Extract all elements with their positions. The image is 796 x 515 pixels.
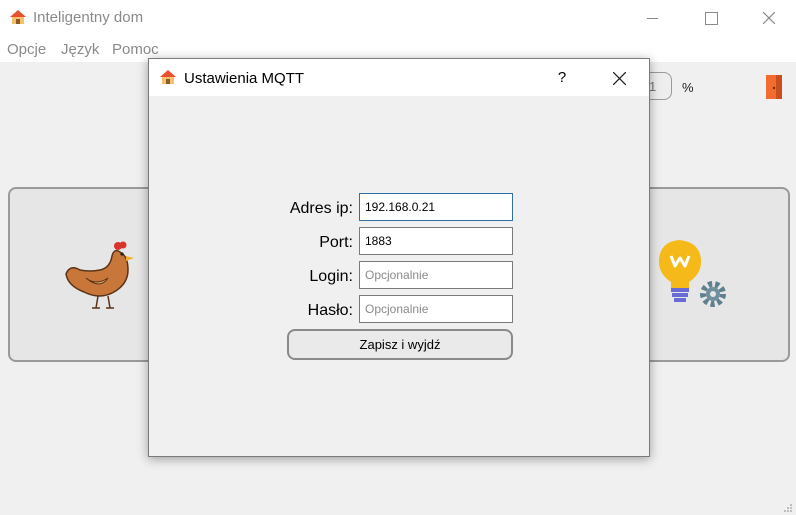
app-title: Inteligentny dom <box>33 9 144 26</box>
password-input[interactable] <box>359 295 513 323</box>
mqtt-settings-dialog: Ustawienia MQTT ? Adres ip: Port: Login:… <box>148 58 650 457</box>
port-label: Port: <box>319 234 353 251</box>
menu-item-opcje[interactable]: Opcje <box>7 41 46 58</box>
login-input[interactable] <box>359 261 513 289</box>
chicken-icon <box>65 241 134 309</box>
help-button[interactable]: ? <box>549 67 575 89</box>
dialog-close-button[interactable] <box>604 65 634 91</box>
lightbulb-gear-icon <box>659 240 726 307</box>
house-icon <box>160 70 176 84</box>
close-icon <box>763 12 775 24</box>
house-icon <box>10 10 26 24</box>
resize-grip-icon[interactable] <box>783 503 793 513</box>
percent-label: % <box>682 80 694 95</box>
minimize-button[interactable] <box>627 0 677 36</box>
ip-input[interactable] <box>359 193 513 221</box>
maximize-button[interactable] <box>686 0 736 36</box>
close-icon <box>612 71 626 85</box>
menu-item-jezyk[interactable]: Język <box>61 41 99 58</box>
password-label: Hasło: <box>307 302 353 319</box>
ip-label: Adres ip: <box>289 200 353 217</box>
door-icon[interactable] <box>764 74 786 100</box>
menu-item-pomoc[interactable]: Pomoc <box>112 41 159 58</box>
port-input[interactable] <box>359 227 513 255</box>
dialog-title: Ustawienia MQTT <box>184 70 305 87</box>
save-and-exit-button[interactable]: Zapisz i wyjdź <box>287 329 513 360</box>
login-label: Login: <box>309 268 353 285</box>
close-window-button[interactable] <box>744 0 794 36</box>
